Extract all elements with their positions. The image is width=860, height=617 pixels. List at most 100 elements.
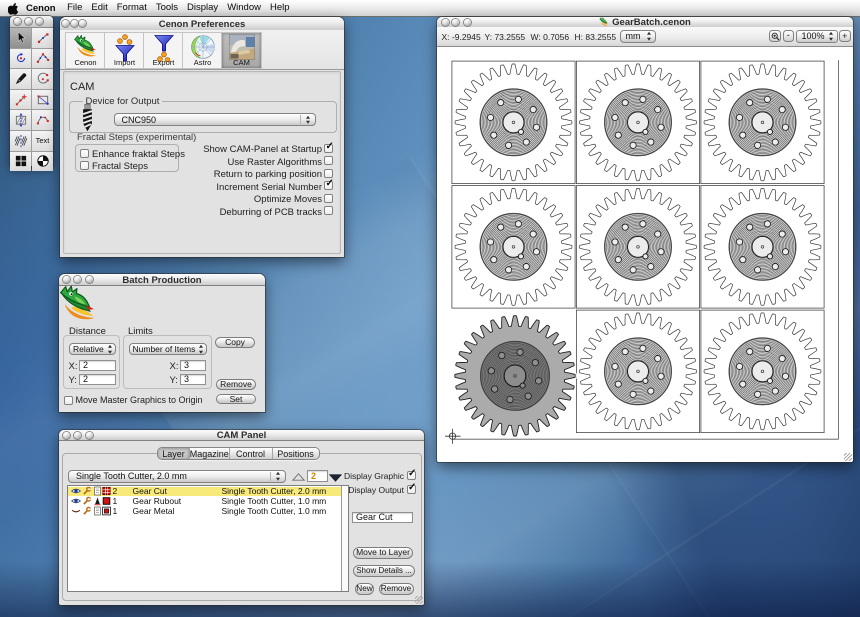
- zoom-out-button[interactable]: -: [783, 30, 795, 42]
- coord-y-value: 73.2555: [494, 32, 525, 42]
- gearbatch-resize-grip[interactable]: [844, 453, 852, 461]
- zoom-popup[interactable]: 100%: [796, 30, 838, 43]
- tool-marker[interactable]: [10, 69, 31, 89]
- preferences-toolbar: Cenon Import Export Astro CAM: [60, 30, 344, 70]
- unit-popup-arrows-icon: [647, 32, 652, 41]
- tool-add-point[interactable]: [10, 90, 31, 110]
- set-button[interactable]: Set: [216, 394, 256, 405]
- remove-layer-button[interactable]: Remove: [379, 583, 414, 595]
- distance-y-field[interactable]: 2: [79, 374, 116, 385]
- palette-minimize-button[interactable]: [25, 18, 32, 25]
- layer-list-scrollbar[interactable]: [341, 486, 348, 591]
- level-field[interactable]: 2: [307, 470, 328, 482]
- cam-panel-resize-grip[interactable]: [415, 596, 423, 604]
- menu-item-display[interactable]: Display: [183, 0, 223, 16]
- preferences-window: Cenon Preferences Cenon Import Export As…: [60, 17, 344, 257]
- visible-eye-icon[interactable]: [71, 497, 81, 505]
- distance-x-field[interactable]: 2: [79, 360, 116, 371]
- menu-item-edit[interactable]: Edit: [87, 0, 112, 16]
- increment-serial-number-checkbox[interactable]: ✓: [324, 181, 333, 190]
- menu-item-format[interactable]: Format: [112, 0, 151, 16]
- tool-hatch[interactable]: [10, 131, 31, 151]
- tool-polyline[interactable]: [32, 49, 53, 69]
- deburring-of-pcb-tracks-checkbox[interactable]: [324, 206, 333, 215]
- fractal-steps-checkbox[interactable]: [80, 161, 89, 170]
- tool-select-arrow[interactable]: [10, 28, 31, 48]
- tool-pattern-squares[interactable]: [10, 152, 31, 172]
- copy-button[interactable]: Copy: [215, 337, 255, 348]
- enhance-fraktal-steps-label: Enhance fraktal Steps: [92, 149, 185, 160]
- use-raster-algorithms-checkbox[interactable]: [324, 156, 333, 165]
- fill-solid-icon[interactable]: [102, 497, 111, 506]
- tab-magazine[interactable]: Magazine: [189, 448, 229, 459]
- layer-row-gear-cut[interactable]: 2 Gear Cut Single Tooth Cutter, 2.0 mm: [68, 487, 341, 497]
- menu-item-window[interactable]: Window: [223, 0, 266, 16]
- tool-mirror-block[interactable]: [10, 110, 31, 130]
- display-output-checkbox[interactable]: ✓: [407, 485, 416, 494]
- layer-name-field[interactable]: Gear Cut: [352, 512, 413, 523]
- edit-wrench-icon[interactable]: [82, 497, 91, 506]
- drawing-canvas[interactable]: [439, 47, 851, 459]
- cam-panel-title-bar[interactable]: CAM Panel: [59, 430, 424, 441]
- show-details-button[interactable]: Show Details ...: [353, 565, 415, 577]
- tool-line[interactable]: [32, 28, 53, 48]
- tool-registration-mark[interactable]: [32, 152, 53, 172]
- tab-layer[interactable]: Layer: [158, 448, 189, 459]
- limits-x-field[interactable]: 3: [180, 360, 206, 371]
- zoom-popup-value: 100%: [802, 31, 825, 42]
- menu-item-help[interactable]: Help: [265, 0, 294, 16]
- edit-wrench-icon[interactable]: [82, 506, 91, 515]
- menu-item-file[interactable]: File: [63, 0, 87, 16]
- limits-y-value: 3: [184, 374, 189, 384]
- prefs-toolbar-cenon[interactable]: Cenon: [65, 32, 105, 69]
- distance-mode-popup[interactable]: Relative: [69, 343, 116, 355]
- palette-zoom-button[interactable]: [36, 18, 43, 25]
- move-master-graphics-checkbox[interactable]: [64, 396, 73, 405]
- limits-y-field[interactable]: 3: [180, 374, 206, 385]
- prefs-toolbar-import[interactable]: Import: [104, 32, 144, 69]
- move-to-layer-button[interactable]: Move to Layer: [353, 547, 413, 559]
- tool-curve[interactable]: [32, 110, 53, 130]
- preferences-title-bar[interactable]: Cenon Preferences: [60, 17, 344, 31]
- show-cam-panel-at-startup-checkbox[interactable]: ✓: [324, 144, 333, 153]
- remove-button[interactable]: Remove: [216, 379, 256, 390]
- palette-close-button[interactable]: [14, 18, 21, 25]
- device-popup[interactable]: CNC950: [114, 113, 316, 126]
- return-to-parking-position-checkbox[interactable]: [324, 169, 333, 178]
- layer-row-gear-metal[interactable]: 1 Gear Metal Single Tooth Cutter, 1.0 mm: [68, 506, 341, 516]
- level-up-arrow[interactable]: [292, 473, 305, 481]
- drill-bit-icon: [82, 104, 93, 132]
- fill-grid-icon[interactable]: [102, 487, 111, 496]
- cenon-dragon-icon: [73, 34, 99, 60]
- tab-positions[interactable]: Positions: [272, 448, 319, 459]
- menu-item-app[interactable]: Cenon: [19, 3, 63, 14]
- prefs-toolbar-astro[interactable]: Astro: [182, 32, 222, 69]
- level-down-arrow[interactable]: [329, 474, 342, 482]
- new-button[interactable]: New: [355, 583, 374, 595]
- apple-menu-icon[interactable]: [8, 2, 19, 15]
- zoom-in-button[interactable]: +: [839, 30, 851, 42]
- unit-popup[interactable]: mm: [620, 30, 656, 43]
- tool-text[interactable]: Text: [32, 131, 53, 151]
- hidden-eye-icon[interactable]: [71, 507, 81, 515]
- optimize-moves-checkbox[interactable]: [324, 194, 333, 203]
- tool-arc[interactable]: [32, 69, 53, 89]
- magnify-button[interactable]: [769, 30, 781, 42]
- visible-eye-icon[interactable]: [71, 487, 81, 495]
- limits-mode-popup[interactable]: Number of Items: [129, 343, 207, 355]
- limits-group: Number of Items X: 3 Y: 3: [123, 335, 212, 389]
- display-graphic-checkbox[interactable]: ✓: [407, 471, 416, 480]
- prefs-toolbar-export[interactable]: Export: [143, 32, 183, 69]
- cenon-dragon-logo: [58, 284, 99, 325]
- tool-rotate[interactable]: [10, 49, 31, 69]
- layer-row-gear-rubout[interactable]: 1 Gear Rubout Single Tooth Cutter, 1.0 m…: [68, 496, 341, 506]
- fill-framed-icon[interactable]: [102, 506, 111, 515]
- edit-wrench-icon[interactable]: [82, 487, 91, 496]
- tool-popup[interactable]: Single Tooth Cutter, 2.0 mm: [68, 470, 286, 483]
- prefs-toolbar-cam[interactable]: CAM: [221, 32, 262, 69]
- enhance-fraktal-steps-checkbox[interactable]: [80, 149, 89, 158]
- menu-item-tools[interactable]: Tools: [151, 0, 182, 16]
- tab-control[interactable]: Control: [229, 448, 272, 459]
- palette-title-bar[interactable]: [10, 16, 53, 28]
- tool-rectangle[interactable]: [32, 90, 53, 110]
